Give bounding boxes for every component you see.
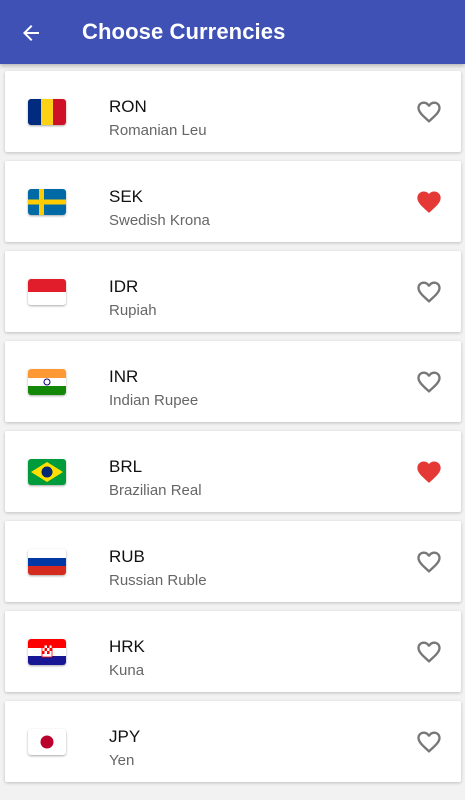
currency-row[interactable]: INR Indian Rupee bbox=[5, 341, 461, 422]
india-flag-icon bbox=[28, 369, 66, 395]
currency-name: Indian Rupee bbox=[109, 392, 199, 409]
currency-row[interactable]: RON Romanian Leu bbox=[5, 71, 461, 152]
app-bar: Choose Currencies bbox=[0, 0, 465, 64]
croatia-flag-icon bbox=[28, 639, 66, 665]
currency-code: INR bbox=[109, 367, 139, 386]
currency-row[interactable]: IDR Rupiah bbox=[5, 251, 461, 332]
currency-name: Yen bbox=[109, 752, 135, 769]
currency-name: Russian Ruble bbox=[109, 572, 207, 589]
romania-flag-icon bbox=[28, 99, 66, 125]
heart-outline-icon[interactable] bbox=[415, 638, 443, 666]
currency-row[interactable]: SEK Swedish Krona bbox=[5, 161, 461, 242]
currency-name: Rupiah bbox=[109, 302, 157, 319]
currency-code: RUB bbox=[109, 547, 145, 566]
heart-outline-icon[interactable] bbox=[415, 368, 443, 396]
currency-name: Romanian Leu bbox=[109, 122, 207, 139]
japan-flag-icon bbox=[28, 729, 66, 755]
currency-name: Swedish Krona bbox=[109, 212, 210, 229]
currency-code: BRL bbox=[109, 457, 143, 476]
sweden-flag-icon bbox=[28, 189, 66, 215]
currency-name: Brazilian Real bbox=[109, 482, 202, 499]
russia-flag-icon bbox=[28, 549, 66, 575]
currency-code: RON bbox=[109, 97, 147, 116]
currency-code: HRK bbox=[109, 637, 145, 656]
currency-row[interactable]: JPY Yen bbox=[5, 701, 461, 782]
page-title: Choose Currencies bbox=[82, 19, 286, 44]
heart-outline-icon[interactable] bbox=[415, 98, 443, 126]
currency-code: IDR bbox=[109, 277, 139, 296]
arrow-back-icon bbox=[23, 25, 39, 41]
currency-row[interactable]: HRK Kuna bbox=[5, 611, 461, 692]
heart-filled-icon[interactable] bbox=[415, 188, 443, 216]
indonesia-flag-icon bbox=[28, 279, 66, 305]
currency-code: SEK bbox=[109, 187, 144, 206]
heart-filled-icon[interactable] bbox=[415, 458, 443, 486]
currency-row[interactable]: BRL Brazilian Real bbox=[5, 431, 461, 512]
currency-row[interactable]: RUB Russian Ruble bbox=[5, 521, 461, 602]
currency-name: Kuna bbox=[109, 662, 145, 679]
heart-outline-icon[interactable] bbox=[415, 548, 443, 576]
back-button[interactable] bbox=[14, 16, 48, 50]
brazil-flag-icon bbox=[28, 459, 66, 485]
currency-code: JPY bbox=[109, 727, 141, 746]
heart-outline-icon[interactable] bbox=[415, 278, 443, 306]
heart-outline-icon[interactable] bbox=[415, 728, 443, 756]
